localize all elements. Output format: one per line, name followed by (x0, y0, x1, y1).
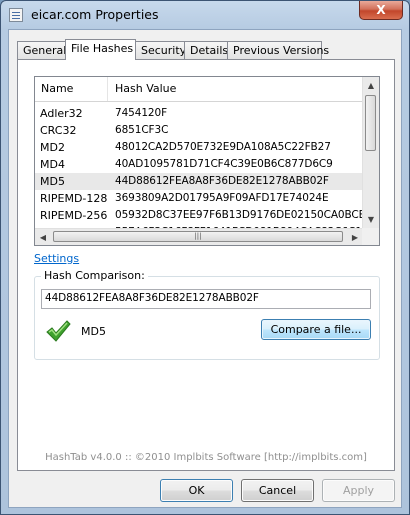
hash-rows: Adler32 7454120F CRC32 6851CF3C MD2 48012CA… (35, 105, 379, 241)
hash-value: 48012CA2D570E732E9DA108A5C22FB27 (115, 141, 331, 153)
column-divider[interactable] (107, 77, 108, 101)
green-checkmark-icon (46, 320, 71, 342)
scroll-up-icon[interactable]: ▲ (363, 77, 379, 94)
apply-button[interactable]: Apply (322, 479, 395, 502)
hash-value: 44D88612FEA8A8F36DE82E1278ABB02F (115, 175, 329, 187)
compare-file-button[interactable]: Compare a file... (261, 319, 371, 340)
horizontal-scroll-thumb[interactable]: ||| (53, 231, 343, 242)
hash-name: RIPEMD-128 (40, 192, 108, 205)
hash-list[interactable]: Name Hash Value Adler32 7454120F CRC32 685… (34, 76, 380, 246)
horizontal-scrollbar[interactable]: ◀ ||| ▶ (35, 228, 363, 245)
hash-comparison-label: Hash Comparison: (41, 269, 148, 282)
hash-value: 3693809A2D01795A9F09AFD17E74024E (115, 192, 329, 204)
tab-general[interactable]: General (17, 41, 66, 59)
cancel-button[interactable]: Cancel (241, 479, 314, 502)
scrollbar-corner (362, 228, 379, 245)
scroll-down-icon[interactable]: ▼ (363, 211, 379, 228)
title-bar[interactable]: eicar.com Properties X (1, 1, 409, 29)
ok-button[interactable]: OK (160, 479, 233, 502)
column-header-hash-value[interactable]: Hash Value (115, 82, 176, 95)
list-header: Name Hash Value (35, 77, 363, 102)
table-row[interactable]: MD4 40AD1095781D71CF4C39E0B6C877D6C9 (35, 156, 363, 173)
table-row[interactable]: CRC32 6851CF3C (35, 122, 363, 139)
tab-file-hashes[interactable]: File Hashes (65, 39, 136, 60)
tab-previous-versions[interactable]: Previous Versions (227, 41, 329, 59)
vertical-scroll-thumb[interactable] (365, 95, 376, 151)
close-button[interactable]: X (359, 1, 403, 20)
table-row[interactable]: Adler32 7454120F (35, 105, 363, 122)
dialog-client: General File Hashes Security Details Pre… (8, 29, 402, 508)
hash-comparison-group: Hash Comparison: 44D88612FEA8A8F36DE82E1… (34, 269, 380, 360)
column-header-name[interactable]: Name (41, 82, 73, 95)
properties-window: eicar.com Properties X General File Hash… (0, 0, 410, 515)
hash-comparison-input[interactable]: 44D88612FEA8A8F36DE82E1278ABB02F (41, 289, 371, 309)
hash-value: 7454120F (115, 107, 168, 119)
hash-value: 6851CF3C (115, 124, 169, 136)
settings-link[interactable]: Settings (34, 252, 79, 265)
hash-name: Adler32 (40, 107, 83, 120)
table-row[interactable]: RIPEMD-256 05932D8C37EE97F6B13D9176DE0215… (35, 207, 379, 224)
hash-name: CRC32 (40, 124, 77, 137)
hash-name: RIPEMD-256 (40, 209, 108, 222)
hash-value: 40AD1095781D71CF4C39E0B6C877D6C9 (115, 158, 333, 170)
window-title: eicar.com Properties (31, 7, 159, 22)
vertical-scrollbar[interactable]: ▲ ▼ (362, 77, 379, 228)
hash-name: MD2 (40, 141, 65, 154)
table-row[interactable]: RIPEMD-128 3693809A2D01795A9F09AFD17E7402… (35, 190, 363, 207)
file-hashes-panel: Name Hash Value Adler32 7454120F CRC32 685… (17, 59, 395, 471)
scroll-left-icon[interactable]: ◀ (35, 229, 51, 245)
scroll-right-icon[interactable]: ▶ (347, 229, 363, 245)
hash-name: MD4 (40, 158, 65, 171)
file-icon (9, 8, 23, 22)
table-row[interactable]: MD2 48012CA2D570E732E9DA108A5C22FB27 (35, 139, 363, 156)
hash-name: MD5 (40, 175, 65, 188)
tab-details[interactable]: Details (184, 41, 228, 59)
footer-credit: HashTab v4.0.0 :: ©2010 Implbits Softwar… (45, 452, 367, 463)
table-row-selected[interactable]: MD5 44D88612FEA8A8F36DE82E1278ABB02F (35, 173, 363, 190)
tab-security[interactable]: Security (135, 41, 186, 59)
hash-value: 05932D8C37EE97F6B13D9176DE02150CA0BCBC..… (115, 209, 380, 221)
matched-algorithm-label: MD5 (81, 325, 106, 338)
